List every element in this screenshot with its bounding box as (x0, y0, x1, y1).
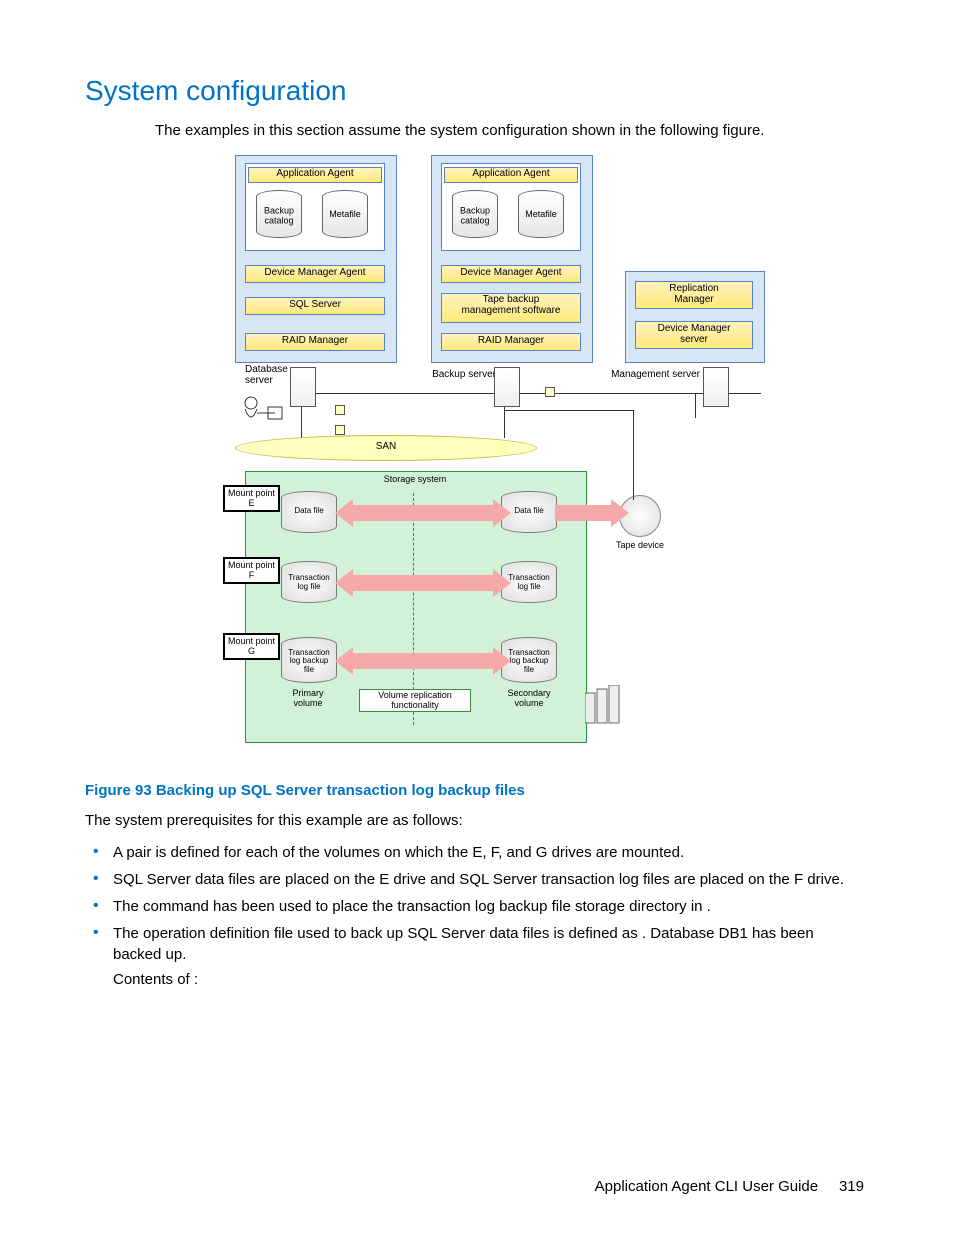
req-item-1: A pair is defined for each of the volume… (113, 842, 864, 863)
cyl-p-txn: Transaction log file (281, 561, 337, 603)
figure-caption: Figure 93 Backing up SQL Server transact… (85, 782, 864, 799)
intro-paragraph: The examples in this section assume the … (155, 121, 864, 141)
mgmt-host-icon (703, 367, 729, 407)
arrow-txnbk (353, 653, 493, 669)
cyl-p-txnbk: Transaction log backup file (281, 637, 337, 683)
req-item-3: The command has been used to place the t… (113, 896, 864, 917)
arrow-txn (353, 575, 493, 591)
mgmt-rep-mgr: Replication Manager (635, 281, 753, 309)
vrf-label: Volume replication functionality (359, 689, 471, 712)
db-raid-manager: RAID Manager (245, 333, 385, 351)
contents-of-line: Contents of : (113, 969, 864, 990)
mgmt-server-label: Management server (590, 370, 700, 381)
bk-server-label: Backup server (421, 370, 496, 381)
prereq-intro: The system prerequisites for this exampl… (85, 811, 864, 831)
mount-point-g: Mount point G (223, 633, 280, 660)
system-config-diagram: Application Agent Backup catalog Metafil… (235, 155, 775, 760)
arrow-tape (555, 505, 611, 521)
req-item-4: The operation definition file used to ba… (113, 923, 864, 990)
db-app-agent-panel: Application Agent Backup catalog Metafil… (245, 163, 385, 251)
storage-label: Storage system (335, 475, 495, 484)
db-backup-catalog: Backup catalog (256, 207, 302, 226)
primary-vol-label: Primary volume (273, 689, 343, 708)
db-dev-mgr-agent: Device Manager Agent (245, 265, 385, 283)
requirement-list: A pair is defined for each of the volume… (113, 842, 864, 990)
mount-point-f: Mount point F (223, 557, 280, 584)
bk-metafile: Metafile (518, 210, 564, 219)
db-host-icon (290, 367, 316, 407)
bk-dev-mgr-agent: Device Manager Agent (441, 265, 581, 283)
user-icon (235, 395, 285, 431)
secondary-vol-label: Secondary volume (491, 689, 567, 708)
bk-host-icon (494, 367, 520, 407)
db-nic-2 (335, 425, 345, 435)
db-app-agent-title: Application Agent (248, 167, 382, 183)
bk-app-agent-title: Application Agent (444, 167, 578, 183)
bk-tape-sw: Tape backup management software (441, 293, 581, 323)
tape-device-label: Tape device (605, 541, 675, 550)
db-nic-1 (335, 405, 345, 415)
san-ellipse: SAN (235, 435, 537, 461)
arrow-data (353, 505, 493, 521)
disk-array-icon (585, 685, 623, 729)
mount-point-e: Mount point E (223, 485, 280, 512)
page-footer: Application Agent CLI User Guide 319 (595, 1178, 864, 1195)
req-item-2: SQL Server data files are placed on the … (113, 869, 864, 890)
footer-title: Application Agent CLI User Guide (595, 1178, 818, 1195)
mgmt-dev-mgr-srv: Device Manager server (635, 321, 753, 349)
bk-backup-catalog: Backup catalog (452, 207, 498, 226)
bk-nic (545, 387, 555, 397)
page-number: 319 (839, 1178, 864, 1195)
bk-app-agent-panel: Application Agent Backup catalog Metafil… (441, 163, 581, 251)
bk-raid-manager: RAID Manager (441, 333, 581, 351)
db-sql-server: SQL Server (245, 297, 385, 315)
db-metafile: Metafile (322, 210, 368, 219)
cyl-p-data: Data file (281, 491, 337, 533)
section-heading: System configuration (85, 75, 864, 107)
